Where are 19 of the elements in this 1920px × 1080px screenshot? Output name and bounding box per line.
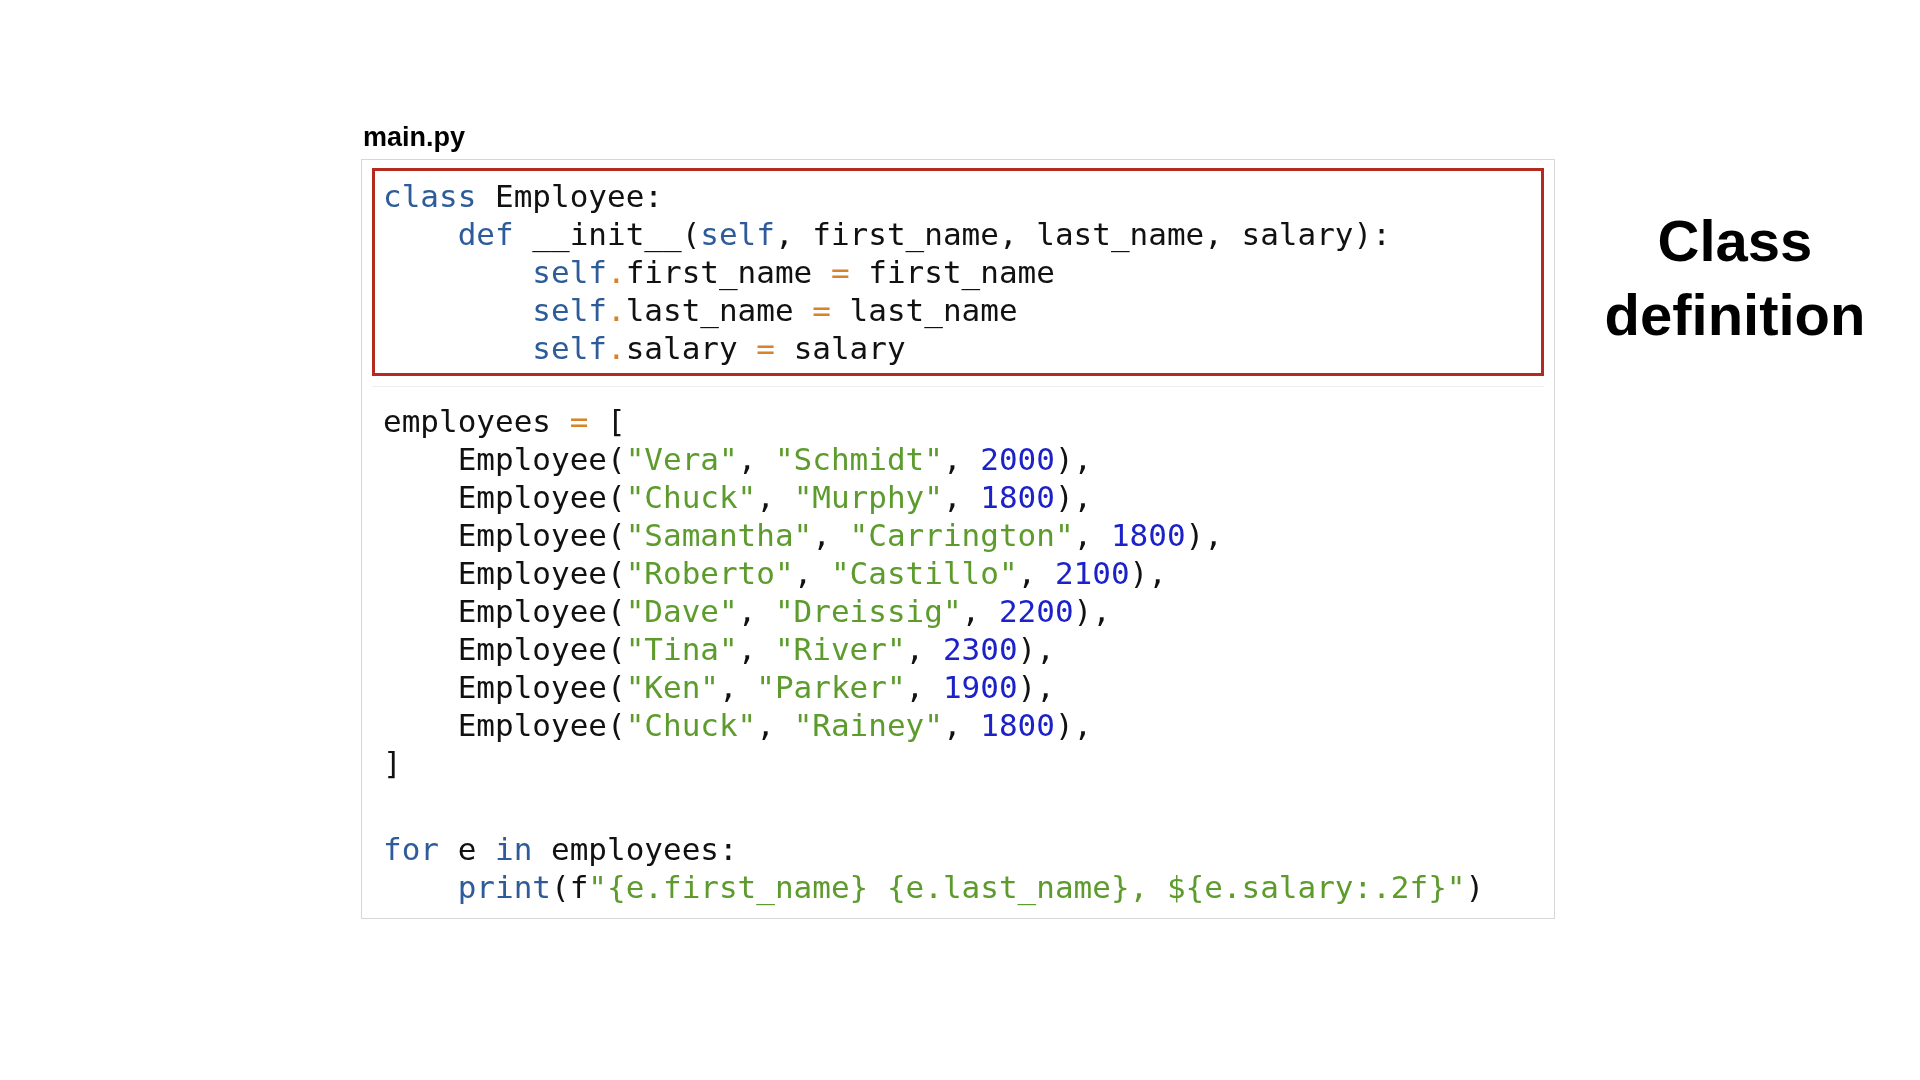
code-line: for e in employees: xyxy=(383,830,738,868)
code-line: Employee("Dave", "Dreissig", 2200), xyxy=(456,592,1111,630)
file-name: main.py xyxy=(363,122,466,153)
code-line: Employee("Chuck", "Rainey", 1800), xyxy=(456,706,1093,744)
code-line: self.last_name = last_name xyxy=(531,291,1018,329)
code-line: Employee("Ken", "Parker", 1900), xyxy=(456,668,1055,706)
code-line: def __init__(self, first_name, last_name, salary): xyxy=(456,215,1391,253)
code-line: self.first_name = first_name xyxy=(531,253,1055,291)
code-line: Employee("Vera", "Schmidt", 2000), xyxy=(456,440,1093,478)
code-line: Employee("Roberto", "Castillo", 2100), xyxy=(456,554,1167,592)
code-line: ] xyxy=(383,744,402,782)
code-line: self.salary = salary xyxy=(531,329,906,367)
code-line: Employee("Samantha", "Carrington", 1800), xyxy=(456,516,1223,554)
code-line: class Employee: xyxy=(383,177,663,215)
code-line: employees = [ xyxy=(383,402,626,440)
code-line: Employee("Chuck", "Murphy", 1800), xyxy=(456,478,1093,516)
code-line: Employee("Tina", "River", 2300), xyxy=(456,630,1055,668)
code-line: print(f"{e.first_name} {e.last_name}, ${e.salary:.2f}") xyxy=(456,868,1485,906)
callout-label: Class definition xyxy=(1603,207,1867,349)
